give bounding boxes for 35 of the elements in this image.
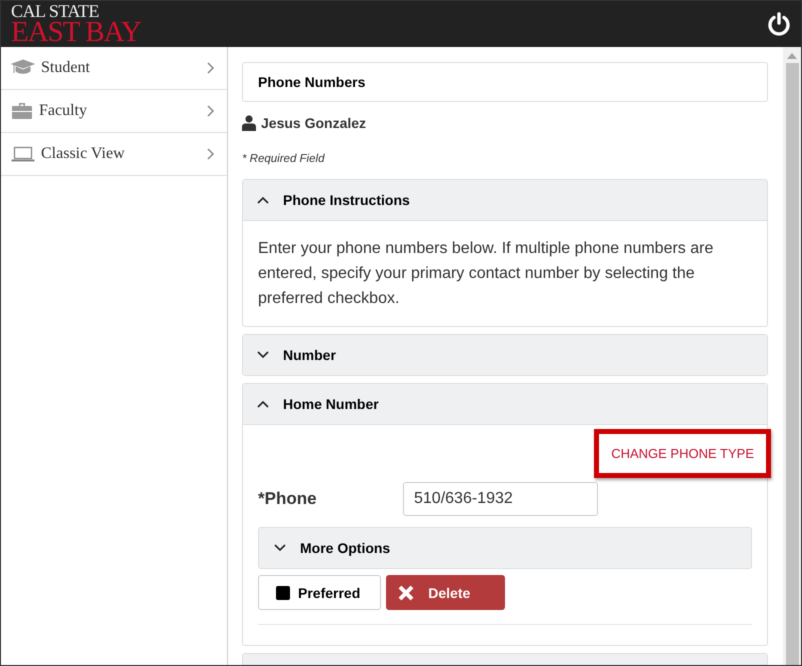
section-title: Phone Instructions (283, 192, 410, 208)
instructions-text: Enter your phone numbers below. If multiple phone numbers are entered, specify your primary contact number by selecting the preferred checkbox. (258, 239, 714, 309)
preferred-checkbox[interactable]: Preferred (258, 575, 382, 610)
section-title: Home Number (283, 396, 379, 412)
university-logo[interactable]: CAL STATE EAST BAY (11, 2, 141, 46)
scrollbar[interactable] (783, 47, 801, 665)
section-header[interactable]: Number (243, 335, 767, 375)
chevron-up-icon (257, 196, 269, 204)
briefcase-icon (11, 102, 33, 120)
phone-label: *Phone (258, 489, 318, 509)
delete-button[interactable]: Delete (386, 575, 506, 610)
close-icon (398, 584, 414, 600)
chevron-down-icon (257, 351, 269, 359)
chevron-right-icon (207, 105, 215, 117)
section-title: More Options (300, 540, 390, 556)
chevron-up-icon (257, 400, 269, 408)
laptop-icon (11, 146, 35, 162)
sidebar-item[interactable]: Student (1, 47, 227, 90)
chevron-down-icon (274, 544, 286, 552)
section-header[interactable]: Phone Instructions (243, 180, 767, 221)
scroll-up-icon[interactable] (787, 53, 797, 59)
sidebar-item[interactable]: Classic View (1, 133, 227, 176)
section-header[interactable]: Home Number (243, 384, 767, 425)
page-title-card: Phone Numbers (242, 62, 768, 102)
power-icon[interactable] (767, 12, 791, 36)
sidebar-item[interactable]: Faculty (1, 90, 227, 133)
more-options-header[interactable]: More Options (258, 527, 752, 569)
section-title: Number (283, 347, 336, 363)
required-field-note: * Required Field (242, 153, 326, 165)
chevron-right-icon (207, 62, 215, 74)
change-phone-type-link[interactable]: CHANGE PHONE TYPE (594, 429, 771, 478)
person-icon (242, 115, 256, 131)
chevron-right-icon (207, 148, 215, 160)
phone-input[interactable]: 510/636-1932 (403, 482, 598, 516)
user-name: Jesus Gonzalez (261, 115, 366, 131)
